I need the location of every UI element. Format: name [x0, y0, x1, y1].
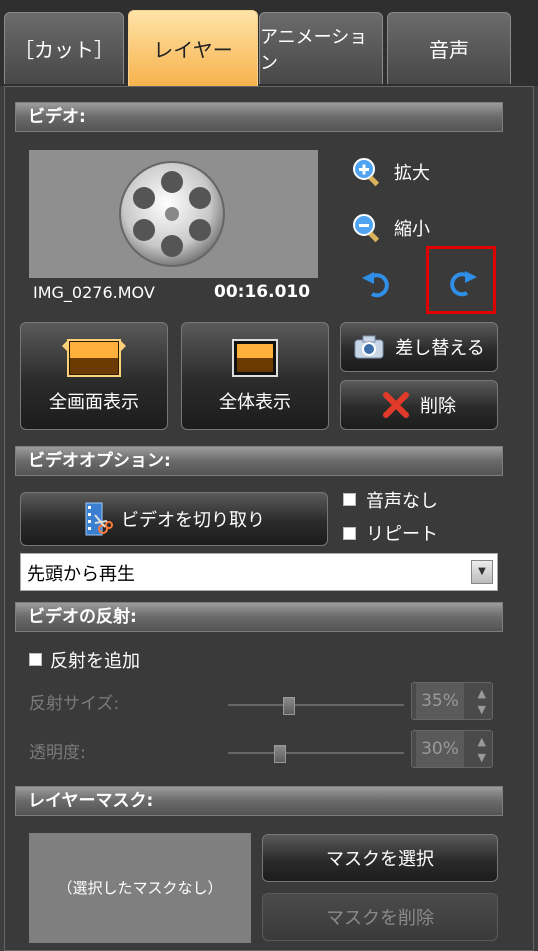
trim-video-button[interactable]: ビデオを切り取り — [20, 492, 328, 546]
delete-x-icon — [383, 392, 409, 418]
reflection-size-spinner[interactable]: 35% ▲ ▼ — [411, 682, 493, 720]
delete-button[interactable]: 削除 — [340, 380, 498, 430]
trim-video-label: ビデオを切り取り — [121, 510, 265, 531]
select-mask-label: マスクを選択 — [326, 849, 434, 870]
tab-audio-label: 音声 — [429, 38, 469, 62]
add-reflection-label: 反射を追加 — [50, 651, 140, 672]
reflection-section-header: ビデオの反射: — [15, 602, 503, 632]
fullscreen-button[interactable]: 全画面表示 — [20, 322, 168, 430]
spin-down-icon[interactable]: ▼ — [478, 703, 486, 716]
film-reel-icon — [119, 161, 225, 267]
repeat-label: リピート — [366, 524, 438, 545]
zoom-out-label: 縮小 — [394, 219, 430, 240]
zoom-in-button[interactable]: 拡大 — [352, 155, 452, 189]
tab-animation-label: アニメーション — [260, 26, 368, 74]
zoom-out-button[interactable]: 縮小 — [352, 211, 452, 245]
reflection-size-label: 反射サイズ: — [29, 694, 120, 714]
delete-mask-button[interactable]: マスクを削除 — [262, 893, 498, 941]
film-scissors-icon — [85, 502, 113, 536]
chevron-down-icon[interactable]: ▼ — [471, 560, 493, 584]
opacity-value: 30% — [416, 731, 464, 767]
video-thumbnail[interactable] — [29, 150, 318, 278]
replace-button[interactable]: 差し替える — [340, 322, 498, 372]
reflection-size-slider-thumb[interactable] — [283, 697, 295, 715]
tab-bar: ［カット］ レイヤー アニメーション 音声 — [0, 0, 538, 86]
tab-animation[interactable]: アニメーション — [259, 12, 383, 84]
video-options-section-header: ビデオオプション: — [15, 446, 503, 476]
mute-checkbox[interactable] — [343, 493, 356, 506]
rotate-left-icon — [362, 272, 389, 298]
fit-view-icon — [232, 339, 278, 377]
select-mask-button[interactable]: マスクを選択 — [262, 834, 498, 882]
tab-audio[interactable]: 音声 — [387, 12, 511, 84]
zoom-out-icon — [353, 214, 380, 243]
repeat-checkbox[interactable] — [343, 527, 356, 540]
replace-label: 差し替える — [395, 338, 485, 359]
fullscreen-icon — [62, 339, 126, 377]
reflection-size-slider-track — [228, 704, 404, 706]
spin-up-icon[interactable]: ▲ — [478, 735, 486, 748]
opacity-spinner[interactable]: 30% ▲ ▼ — [411, 730, 493, 768]
fit-view-label: 全体表示 — [219, 392, 291, 413]
mask-preview: （選択したマスクなし） — [29, 833, 251, 943]
delete-mask-label: マスクを削除 — [326, 908, 434, 929]
zoom-in-label: 拡大 — [394, 163, 430, 184]
video-filename: IMG_0276.MOV — [33, 283, 155, 302]
mask-preview-text: （選択したマスクなし） — [57, 879, 223, 897]
mask-section-header: レイヤーマスク: — [15, 786, 503, 816]
tab-layer-label: レイヤー — [153, 38, 233, 62]
camera-icon — [354, 335, 384, 359]
tab-cut[interactable]: ［カット］ — [4, 12, 124, 84]
rotate-right-icon — [450, 271, 477, 297]
mute-label: 音声なし — [366, 491, 438, 512]
add-reflection-checkbox[interactable] — [29, 653, 42, 666]
tab-layer[interactable]: レイヤー — [128, 10, 258, 86]
play-mode-select[interactable]: 先頭から再生 ▼ — [20, 553, 498, 591]
fullscreen-label: 全画面表示 — [49, 392, 139, 413]
video-section-header: ビデオ: — [15, 102, 503, 132]
fit-view-button[interactable]: 全体表示 — [181, 322, 329, 430]
opacity-slider-track — [228, 752, 404, 754]
video-duration: 00:16.010 — [214, 282, 311, 302]
rotate-right-button[interactable] — [426, 246, 496, 314]
play-mode-value: 先頭から再生 — [27, 564, 135, 585]
spin-down-icon[interactable]: ▼ — [478, 751, 486, 764]
zoom-in-icon — [353, 158, 380, 187]
opacity-label: 透明度: — [29, 743, 86, 763]
tab-cut-label: ［カット］ — [14, 38, 114, 62]
opacity-slider-thumb[interactable] — [274, 745, 286, 763]
rotate-left-button[interactable] — [360, 268, 400, 308]
spin-up-icon[interactable]: ▲ — [478, 687, 486, 700]
reflection-size-value: 35% — [416, 683, 464, 719]
delete-label: 削除 — [420, 396, 456, 417]
